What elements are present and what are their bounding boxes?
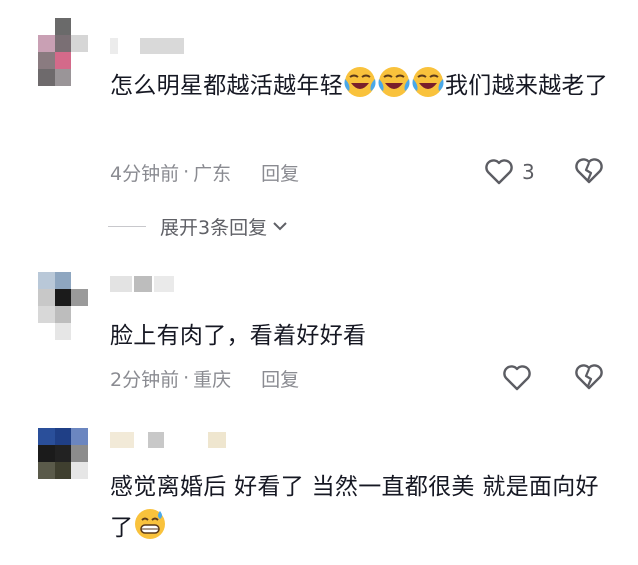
avatar[interactable] <box>38 428 88 496</box>
timestamp: 2分钟前 <box>110 368 180 391</box>
expand-replies-label: 展开3条回复 <box>160 216 268 239</box>
comment-text: 怎么明星都越活越年轻 我们越来越老了 <box>110 65 610 106</box>
crying-laughing-emoji <box>344 67 376 97</box>
broken-heart-icon <box>575 158 603 184</box>
username[interactable] <box>110 276 174 292</box>
avatar[interactable] <box>38 272 88 340</box>
dislike-button[interactable] <box>574 363 604 393</box>
broken-heart-icon <box>575 364 603 390</box>
heart-outline-icon <box>503 365 531 391</box>
chevron-down-icon <box>273 222 287 231</box>
crying-laughing-emoji <box>378 67 410 97</box>
timestamp: 4分钟前 <box>110 162 180 185</box>
grinning-sweat-emoji <box>135 509 166 539</box>
username[interactable] <box>110 38 184 54</box>
divider <box>108 225 146 227</box>
like-count: 3 <box>522 160 535 184</box>
avatar[interactable] <box>38 18 88 86</box>
meta-separator: · <box>183 367 190 389</box>
comment-meta-partial <box>110 556 230 565</box>
reply-button[interactable]: 回复 <box>261 365 299 392</box>
expand-replies-button[interactable]: 展开3条回复 <box>108 212 289 240</box>
comment-text: 脸上有肉了，看着好好看 <box>110 323 367 349</box>
comment-text: 感觉离婚后 好看了 当然一直都很美 就是面向好了 <box>110 474 599 541</box>
username[interactable] <box>110 432 226 448</box>
reply-button[interactable]: 回复 <box>261 159 299 186</box>
dislike-button[interactable] <box>574 157 604 187</box>
meta-separator: · <box>183 161 190 183</box>
heart-outline-icon <box>485 159 513 185</box>
crying-laughing-emoji <box>412 67 444 97</box>
location: 重庆 <box>193 368 232 391</box>
location: 广东 <box>193 162 232 185</box>
like-button[interactable] <box>502 363 532 393</box>
comment-meta: 4分钟前 · 广东 回复 <box>110 158 299 186</box>
like-button[interactable]: 3 <box>484 157 535 187</box>
comment-meta: 2分钟前 · 重庆 回复 <box>110 364 299 392</box>
